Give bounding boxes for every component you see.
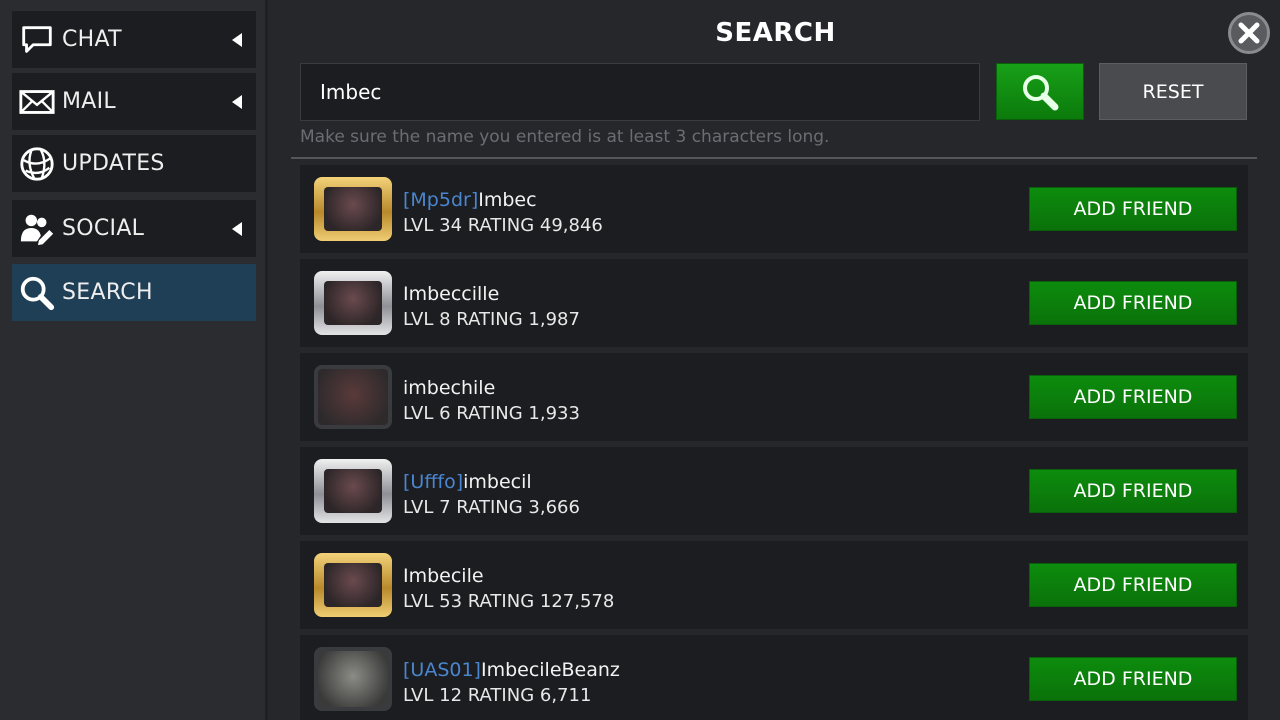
- avatar: [314, 647, 392, 711]
- sidebar-item-label: UPDATES: [62, 151, 165, 176]
- add-friend-button[interactable]: ADD FRIEND: [1029, 187, 1237, 231]
- list-item: [Ufffo]imbecil LVL 7 RATING 3,666 ADD FR…: [300, 447, 1248, 535]
- player-name-text: imbechile: [403, 377, 496, 399]
- avatar: [314, 553, 392, 617]
- globe-icon: [12, 135, 62, 192]
- social-icon: [12, 200, 62, 257]
- sidebar-item-mail[interactable]: MAIL: [12, 73, 256, 130]
- mail-icon: [12, 73, 62, 130]
- search-panel: SEARCH RESET Make sure the name you ente…: [271, 0, 1280, 720]
- reset-button[interactable]: RESET: [1099, 63, 1247, 120]
- add-friend-button[interactable]: ADD FRIEND: [1029, 657, 1237, 701]
- player-name-text: Imbec: [478, 189, 537, 211]
- player-name-text: ImbecileBeanz: [480, 659, 620, 681]
- player-stats: LVL 7 RATING 3,666: [403, 497, 580, 518]
- avatar: [314, 271, 392, 335]
- add-friend-button[interactable]: ADD FRIEND: [1029, 563, 1237, 607]
- avatar: [314, 459, 392, 523]
- player-name-text: imbecil: [463, 471, 532, 493]
- player-name: [Ufffo]imbecil: [403, 471, 532, 493]
- player-name: Imbeccille: [403, 283, 499, 305]
- sidebar-item-label: SEARCH: [62, 280, 153, 305]
- expand-arrow-icon: [232, 94, 242, 109]
- search-hint: Make sure the name you entered is at lea…: [300, 127, 830, 147]
- add-friend-button[interactable]: ADD FRIEND: [1029, 469, 1237, 513]
- player-name: [Mp5dr]Imbec: [403, 189, 537, 211]
- alliance-tag: [Ufffo]: [403, 471, 464, 493]
- player-name: [UAS01]ImbecileBeanz: [403, 659, 620, 681]
- sidebar-item-chat[interactable]: CHAT: [12, 11, 256, 68]
- page-title: SEARCH: [715, 18, 836, 48]
- player-stats: LVL 53 RATING 127,578: [403, 591, 615, 612]
- list-item: Imbeccille LVL 8 RATING 1,987 ADD FRIEND: [300, 259, 1248, 347]
- alliance-tag: [UAS01]: [403, 659, 481, 681]
- player-name-text: Imbecile: [403, 565, 484, 587]
- sidebar-item-label: SOCIAL: [62, 216, 145, 241]
- player-name-text: Imbeccille: [403, 283, 500, 305]
- magnifier-icon: [1023, 74, 1059, 110]
- player-stats: LVL 6 RATING 1,933: [403, 403, 580, 424]
- add-friend-button[interactable]: ADD FRIEND: [1029, 375, 1237, 419]
- list-item: Imbecile LVL 53 RATING 127,578 ADD FRIEN…: [300, 541, 1248, 629]
- expand-arrow-icon: [232, 221, 242, 236]
- sidebar-item-social[interactable]: SOCIAL: [12, 200, 256, 257]
- avatar: [314, 177, 392, 241]
- list-item: imbechile LVL 6 RATING 1,933 ADD FRIEND: [300, 353, 1248, 441]
- player-name: Imbecile: [403, 565, 484, 587]
- sidebar-item-label: MAIL: [62, 89, 116, 114]
- close-icon: [1238, 22, 1260, 44]
- close-button[interactable]: [1228, 12, 1270, 54]
- sidebar-item-label: CHAT: [62, 27, 122, 52]
- player-stats: LVL 12 RATING 6,711: [403, 685, 592, 706]
- search-button[interactable]: [996, 63, 1084, 120]
- chat-icon: [12, 11, 62, 68]
- add-friend-button[interactable]: ADD FRIEND: [1029, 281, 1237, 325]
- search-input[interactable]: [300, 63, 980, 121]
- sidebar: CHAT MAIL UPDATES SOCIAL SEARCH: [0, 0, 268, 720]
- sidebar-item-search[interactable]: SEARCH: [12, 264, 256, 321]
- expand-arrow-icon: [232, 32, 242, 47]
- list-item: [UAS01]ImbecileBeanz LVL 12 RATING 6,711…: [300, 635, 1248, 720]
- player-name: imbechile: [403, 377, 495, 399]
- alliance-tag: [Mp5dr]: [403, 189, 479, 211]
- player-stats: LVL 34 RATING 49,846: [403, 215, 603, 236]
- divider: [291, 157, 1257, 159]
- player-stats: LVL 8 RATING 1,987: [403, 309, 580, 330]
- avatar: [314, 365, 392, 429]
- sidebar-item-updates[interactable]: UPDATES: [12, 135, 256, 192]
- list-item: [Mp5dr]Imbec LVL 34 RATING 49,846 ADD FR…: [300, 165, 1248, 253]
- search-icon: [12, 264, 62, 321]
